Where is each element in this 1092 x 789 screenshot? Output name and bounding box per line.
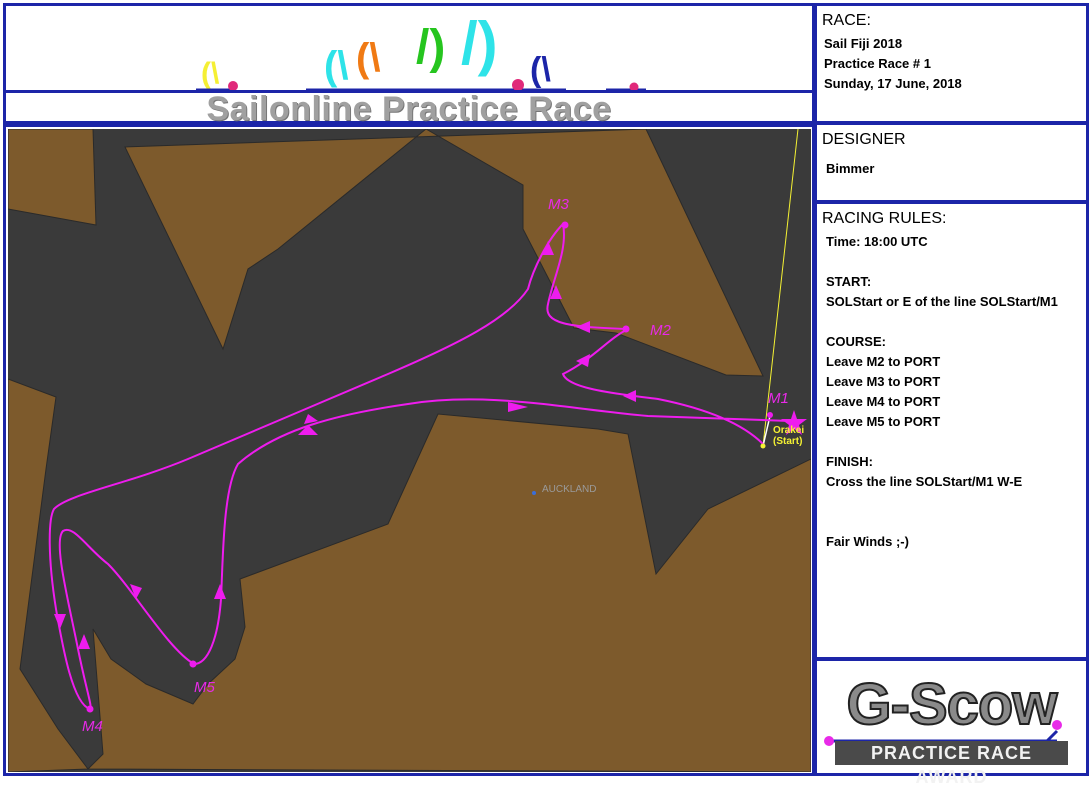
course-item: Leave M4 to PORT: [826, 394, 941, 409]
header-banner: (\ (\ (\ /) /) (\ Sailonline Practice Ra…: [3, 3, 815, 128]
city-label: AUCKLAND: [542, 484, 596, 495]
designer-name: Bimmer: [826, 161, 875, 176]
race-heading: RACE:: [822, 12, 871, 29]
closing-text: Fair Winds ;-): [826, 534, 909, 549]
mark-m2-label: M2: [650, 322, 671, 339]
course-item: Leave M3 to PORT: [826, 374, 941, 389]
award-logo-subtitle: PRACTICE RACE AWARD: [835, 741, 1068, 787]
mark-m3-buoy: [561, 221, 569, 229]
start-label-line1: Orakei: [773, 425, 804, 436]
race-event: Sail Fiji 2018: [824, 36, 903, 51]
waterline: [196, 79, 646, 92]
mark-m1-label: M1: [768, 390, 789, 407]
rules-heading: RACING RULES:: [822, 210, 947, 227]
mark-m3-label: M3: [548, 196, 569, 213]
finish-heading: FINISH:: [826, 454, 873, 469]
course-heading: COURSE:: [826, 334, 886, 349]
mark-m5-label: M5: [194, 679, 215, 696]
course-item: Leave M2 to PORT: [826, 354, 941, 369]
award-logo-panel: G-Scow PRACTICE RACE AWARD: [814, 658, 1089, 787]
race-date: Sunday, 17 June, 2018: [824, 76, 962, 91]
start-label-line2: (Start): [773, 436, 802, 447]
course-item: Leave M5 to PORT: [826, 414, 941, 429]
race-name: Practice Race # 1: [824, 56, 931, 71]
mark-m5-buoy: [189, 660, 197, 668]
race-info-panel: RACE: Sail Fiji 2018 Practice Race # 1 S…: [814, 3, 1089, 124]
course-map: M1 M2 M3 M4 M5 Orakei (Start) AUCKLAND: [3, 124, 815, 776]
land-northwest: [8, 129, 97, 226]
racing-rules-panel: RACING RULES: Time: 18:00 UTC START: SOL…: [814, 201, 1089, 660]
mark-m2-buoy: [622, 325, 630, 333]
start-text: SOLStart or E of the line SOLStart/M1: [826, 294, 1058, 309]
designer-heading: DESIGNER: [822, 131, 906, 148]
map-canvas: M1 M2 M3 M4 M5 Orakei (Start) AUCKLAND: [8, 129, 811, 772]
designer-panel: DESIGNER Bimmer: [814, 122, 1089, 203]
city-dot: [532, 491, 536, 495]
start-point: [760, 443, 766, 449]
mark-m1-buoy: [767, 412, 773, 418]
start-heading: START:: [826, 274, 872, 289]
finish-text: Cross the line SOLStart/M1 W-E: [826, 474, 1023, 489]
mark-m4-label: M4: [82, 718, 103, 735]
mark-m4-buoy: [86, 705, 94, 713]
rules-time: Time: 18:00 UTC: [826, 234, 928, 249]
